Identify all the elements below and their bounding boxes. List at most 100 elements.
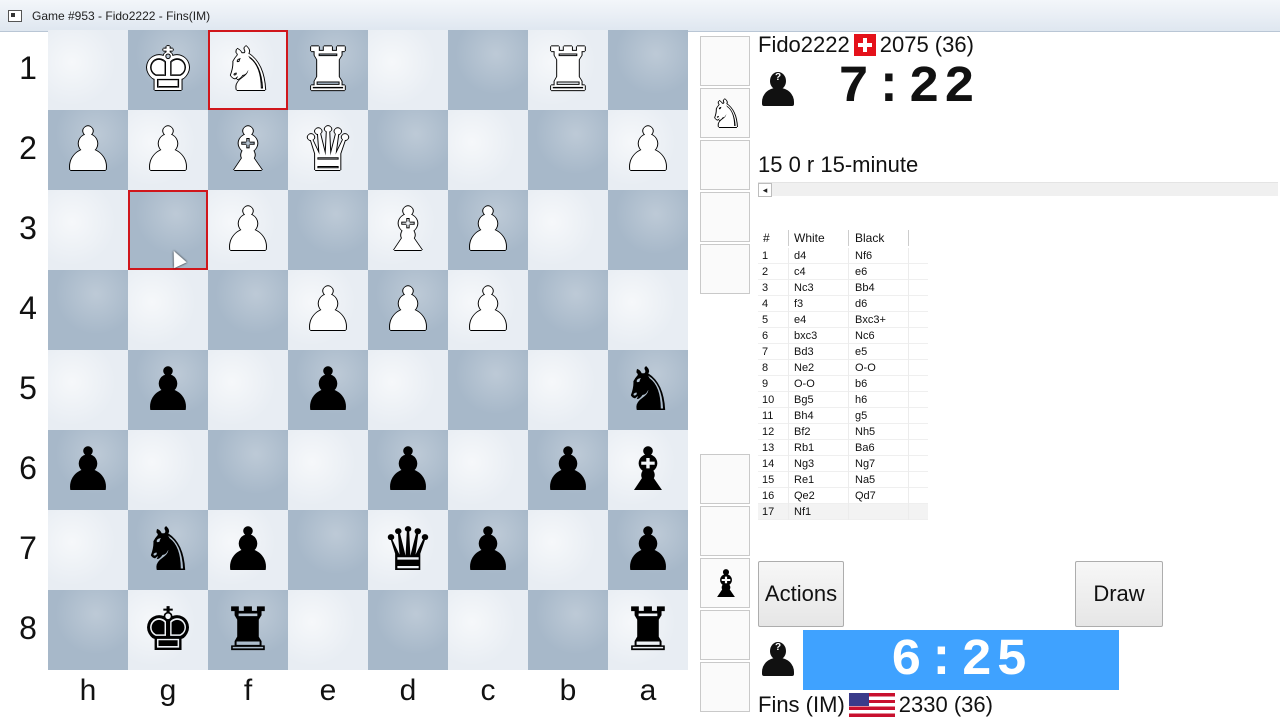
square-h2[interactable]: ♟ (48, 110, 128, 190)
white-move[interactable]: f3 (794, 298, 803, 310)
piece-a6[interactable]: ♝ (608, 430, 688, 510)
piece-f7[interactable]: ♟ (208, 510, 288, 590)
square-f4[interactable] (208, 270, 288, 350)
piece-h6[interactable]: ♟ (48, 430, 128, 510)
square-c2[interactable] (448, 110, 528, 190)
piece-g1[interactable]: ♚ (128, 30, 208, 110)
white-move[interactable]: Bh4 (794, 410, 814, 422)
square-h8[interactable] (48, 590, 128, 670)
move-row[interactable]: 4 f3 d6 (758, 296, 928, 312)
square-e7[interactable] (288, 510, 368, 590)
piece-b1[interactable]: ♜ (528, 30, 608, 110)
piece-e1[interactable]: ♜ (288, 30, 368, 110)
square-e4[interactable]: ♟ (288, 270, 368, 350)
square-g8[interactable]: ♚ (128, 590, 208, 670)
piece-g7[interactable]: ♞ (128, 510, 208, 590)
white-move[interactable]: Nc3 (794, 282, 814, 294)
white-move[interactable]: Qe2 (794, 490, 815, 502)
square-b3[interactable] (528, 190, 608, 270)
piece-d4[interactable]: ♟ (368, 270, 448, 350)
black-move[interactable]: Nc6 (855, 330, 875, 342)
square-c7[interactable]: ♟ (448, 510, 528, 590)
white-move[interactable]: Rb1 (794, 442, 814, 454)
white-move[interactable]: Nf1 (794, 506, 811, 518)
white-move[interactable]: bxc3 (794, 330, 817, 342)
square-e1[interactable]: ♜ (288, 30, 368, 110)
square-c5[interactable] (448, 350, 528, 430)
square-a7[interactable]: ♟ (608, 510, 688, 590)
square-h1[interactable] (48, 30, 128, 110)
white-move[interactable]: O-O (794, 378, 815, 390)
square-c4[interactable]: ♟ (448, 270, 528, 350)
piece-e2[interactable]: ♛ (288, 110, 368, 190)
square-c6[interactable] (448, 430, 528, 510)
move-row[interactable]: 7 Bd3 e5 (758, 344, 928, 360)
white-move[interactable]: Re1 (794, 474, 814, 486)
horizontal-scrollbar[interactable]: ◂ (758, 182, 1278, 197)
black-move[interactable]: O-O (855, 362, 876, 374)
square-e6[interactable] (288, 430, 368, 510)
black-move[interactable]: g5 (855, 410, 867, 422)
piece-f1[interactable]: ♞ (208, 30, 288, 110)
move-row[interactable]: 6 bxc3 Nc6 (758, 328, 928, 344)
move-row[interactable]: 11 Bh4 g5 (758, 408, 928, 424)
square-g7[interactable]: ♞ (128, 510, 208, 590)
square-c1[interactable] (448, 30, 528, 110)
black-move[interactable]: Nf6 (855, 250, 872, 262)
black-move[interactable]: Nh5 (855, 426, 875, 438)
square-f5[interactable] (208, 350, 288, 430)
square-g6[interactable] (128, 430, 208, 510)
square-f6[interactable] (208, 430, 288, 510)
square-a3[interactable] (608, 190, 688, 270)
piece-e5[interactable]: ♟ (288, 350, 368, 430)
square-g4[interactable] (128, 270, 208, 350)
white-move[interactable]: e4 (794, 314, 806, 326)
move-row[interactable]: 17 Nf1 (758, 504, 928, 520)
square-d6[interactable]: ♟ (368, 430, 448, 510)
square-f3[interactable]: ♟ (208, 190, 288, 270)
piece-c4[interactable]: ♟ (448, 270, 528, 350)
square-h7[interactable] (48, 510, 128, 590)
square-d3[interactable]: ♝ (368, 190, 448, 270)
square-g2[interactable]: ♟ (128, 110, 208, 190)
square-d2[interactable] (368, 110, 448, 190)
scroll-left-arrow-icon[interactable]: ◂ (758, 183, 772, 197)
square-b8[interactable] (528, 590, 608, 670)
square-h5[interactable] (48, 350, 128, 430)
black-move[interactable]: d6 (855, 298, 867, 310)
actions-button[interactable]: Actions (758, 561, 844, 627)
move-row[interactable]: 16 Qe2 Qd7 (758, 488, 928, 504)
move-row[interactable]: 13 Rb1 Ba6 (758, 440, 928, 456)
square-a1[interactable] (608, 30, 688, 110)
piece-g8[interactable]: ♚ (128, 590, 208, 670)
white-move[interactable]: Bd3 (794, 346, 814, 358)
black-move[interactable]: e5 (855, 346, 867, 358)
square-b6[interactable]: ♟ (528, 430, 608, 510)
piece-f3[interactable]: ♟ (208, 190, 288, 270)
square-f2[interactable]: ♝ (208, 110, 288, 190)
move-row[interactable]: 9 O-O b6 (758, 376, 928, 392)
move-row[interactable]: 5 e4 Bxc3+ (758, 312, 928, 328)
move-row[interactable]: 14 Ng3 Ng7 (758, 456, 928, 472)
white-move[interactable]: Bf2 (794, 426, 811, 438)
piece-a7[interactable]: ♟ (608, 510, 688, 590)
piece-a2[interactable]: ♟ (608, 110, 688, 190)
piece-g2[interactable]: ♟ (128, 110, 208, 190)
square-f8[interactable]: ♜ (208, 590, 288, 670)
white-move[interactable]: Bg5 (794, 394, 814, 406)
black-move[interactable]: Bxc3+ (855, 314, 886, 326)
square-h3[interactable] (48, 190, 128, 270)
piece-f8[interactable]: ♜ (208, 590, 288, 670)
piece-d3[interactable]: ♝ (368, 190, 448, 270)
square-d4[interactable]: ♟ (368, 270, 448, 350)
white-move[interactable]: d4 (794, 250, 806, 262)
piece-d6[interactable]: ♟ (368, 430, 448, 510)
square-g1[interactable]: ♚ (128, 30, 208, 110)
white-move[interactable]: c4 (794, 266, 806, 278)
piece-h2[interactable]: ♟ (48, 110, 128, 190)
piece-b6[interactable]: ♟ (528, 430, 608, 510)
square-c3[interactable]: ♟ (448, 190, 528, 270)
square-d1[interactable] (368, 30, 448, 110)
move-row[interactable]: 15 Re1 Na5 (758, 472, 928, 488)
square-e2[interactable]: ♛ (288, 110, 368, 190)
